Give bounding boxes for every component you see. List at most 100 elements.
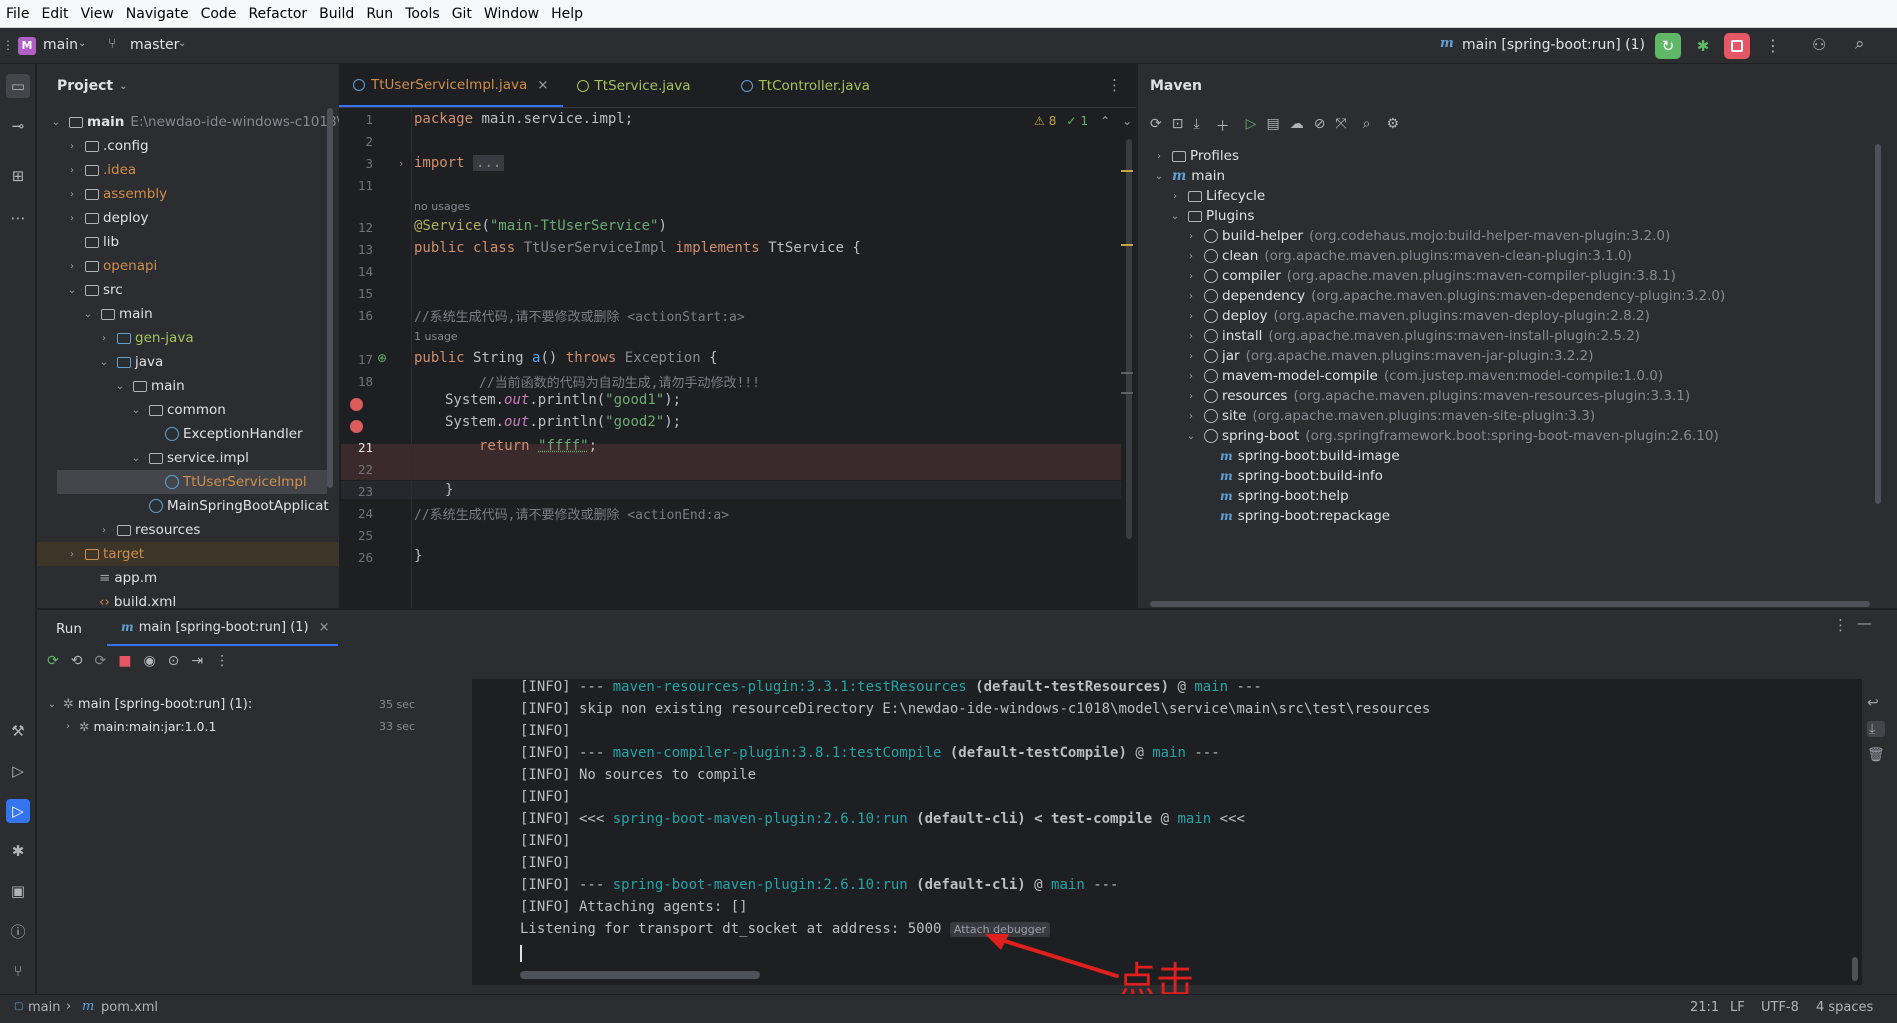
tree-item[interactable]: › openapi bbox=[65, 254, 157, 278]
tree-item[interactable]: › deploy bbox=[65, 206, 148, 230]
breakpoint-icon[interactable] bbox=[350, 420, 363, 433]
tree-item[interactable]: › target bbox=[37, 542, 339, 566]
breadcrumb-file[interactable]: pom.xml bbox=[101, 1000, 158, 1015]
menu-git[interactable]: Git bbox=[446, 6, 478, 22]
tree-item[interactable]: ⌄ common bbox=[129, 398, 226, 422]
tree-item[interactable]: ⌄ service.impl bbox=[129, 446, 249, 470]
git-icon[interactable]: ⑂ bbox=[6, 959, 30, 983]
debug-tool-icon[interactable]: ✱ bbox=[6, 839, 30, 863]
breadcrumb-module[interactable]: main bbox=[28, 1000, 60, 1015]
close-icon[interactable]: × bbox=[319, 620, 330, 635]
terminal-icon[interactable]: ▣ bbox=[6, 879, 30, 903]
add-user-icon[interactable]: ⚇ bbox=[1812, 35, 1826, 54]
usage-hint[interactable]: no usages bbox=[414, 200, 470, 213]
tree-root[interactable]: ⌄ main E:\newdao-ide-windows-c1018\m bbox=[49, 110, 339, 134]
rerun-failed-icon[interactable]: ⟲ bbox=[71, 653, 83, 669]
stop-icon[interactable]: ■ bbox=[118, 653, 131, 669]
tree-item[interactable]: › .idea bbox=[65, 158, 136, 182]
run-config-selector[interactable]: main [spring-boot:run] (1) bbox=[1462, 37, 1645, 53]
implements-gutter-icon[interactable]: ⊕ bbox=[377, 351, 387, 365]
close-icon[interactable]: × bbox=[537, 77, 548, 93]
file-encoding[interactable]: UTF-8 bbox=[1761, 1000, 1799, 1015]
tree-item[interactable]: ⌄ java bbox=[97, 350, 164, 374]
console-output[interactable]: [INFO] --- maven-resources-plugin:3.3.1:… bbox=[472, 679, 1862, 985]
tab-ttcontroller[interactable]: TtController.java bbox=[727, 64, 884, 107]
rerun-icon[interactable]: ⟳ bbox=[47, 653, 59, 669]
code-line[interactable]: System.out.println("good1"); bbox=[445, 392, 681, 408]
add-folder-icon[interactable]: ⊡ bbox=[1172, 116, 1184, 136]
structure-icon[interactable]: ⊞ bbox=[6, 164, 30, 188]
trash-icon[interactable]: 🗑 bbox=[1867, 747, 1885, 763]
services-icon[interactable]: ▷ bbox=[6, 759, 30, 783]
maven-goal[interactable]: m spring-boot:repackage bbox=[1214, 504, 1390, 528]
download-icon[interactable]: ⤓ bbox=[1193, 116, 1199, 136]
indent-setting[interactable]: 4 spaces bbox=[1816, 1000, 1873, 1015]
code-line[interactable]: public String a() throws Exception { bbox=[414, 350, 718, 366]
tree-item[interactable]: ‹› build.xml bbox=[79, 590, 176, 608]
breakpoint-icon[interactable] bbox=[350, 398, 363, 411]
tree-item-selected[interactable]: TtUserServiceImpl bbox=[57, 470, 327, 494]
collapse-icon[interactable]: ⤧ bbox=[1335, 116, 1346, 136]
chevron-down-icon[interactable]: ⌄ bbox=[1122, 114, 1132, 128]
code-line[interactable]: public class TtUserServiceImpl implement… bbox=[414, 240, 861, 256]
tab-ttuserserviceimpl[interactable]: TtUserServiceImpl.java × bbox=[339, 64, 563, 107]
debug-icon[interactable]: ✱ bbox=[1690, 33, 1716, 59]
menu-run[interactable]: Run bbox=[360, 6, 399, 22]
tree-item[interactable]: › .config bbox=[65, 134, 149, 158]
menu-file[interactable]: File bbox=[0, 6, 35, 22]
soft-wrap-icon[interactable]: ↩ bbox=[1867, 695, 1885, 711]
cursor-position[interactable]: 21:1 bbox=[1690, 1000, 1719, 1015]
commit-icon[interactable]: ⊸ bbox=[6, 114, 30, 138]
build-icon[interactable]: ⚒ bbox=[6, 719, 30, 743]
tree-item[interactable]: ExceptionHandler bbox=[145, 422, 303, 446]
rerun-button[interactable]: ↻ bbox=[1655, 33, 1681, 59]
minimize-icon[interactable]: — bbox=[1857, 614, 1872, 632]
usage-hint[interactable]: 1 usage bbox=[414, 330, 458, 343]
menu-refactor[interactable]: Refactor bbox=[242, 6, 313, 22]
code-line[interactable]: package main.service.impl; bbox=[414, 111, 633, 127]
settings-icon[interactable]: ⚙ bbox=[1386, 116, 1399, 136]
tree-item[interactable]: MainSpringBootApplicat bbox=[129, 494, 329, 518]
project-switcher[interactable]: main bbox=[43, 37, 78, 53]
export-icon[interactable]: ⇥ bbox=[191, 653, 203, 669]
run-title[interactable]: Run bbox=[56, 621, 82, 637]
more-icon[interactable]: ⋮ bbox=[1833, 616, 1848, 634]
tree-item[interactable]: › gen-java bbox=[97, 326, 194, 350]
analyze-icon[interactable]: ⌕ bbox=[1363, 116, 1371, 136]
plus-icon[interactable]: ＋ bbox=[1216, 116, 1230, 136]
search-icon[interactable]: ⌕ bbox=[1855, 34, 1865, 54]
hamburger-icon[interactable]: ⋮ bbox=[2, 38, 14, 52]
scrollbar[interactable] bbox=[520, 971, 760, 979]
run-icon[interactable]: ▷ bbox=[1246, 116, 1257, 136]
warning-marker[interactable] bbox=[1121, 170, 1133, 172]
more-icon[interactable]: ⋮ bbox=[1107, 76, 1122, 94]
more-icon[interactable]: ⋮ bbox=[1765, 36, 1781, 55]
run-tree-row[interactable]: ⌄ ✲ main [spring-boot:run] (1): 35 sec bbox=[45, 692, 445, 716]
tab-ttservice[interactable]: TtService.java bbox=[563, 64, 705, 107]
project-badge[interactable]: M bbox=[18, 37, 36, 55]
reload-icon[interactable]: ⟳ bbox=[1150, 116, 1162, 136]
code-line[interactable]: } bbox=[414, 548, 422, 564]
run-tab[interactable]: m main [spring-boot:run] (1) × bbox=[107, 610, 338, 646]
warning-marker[interactable] bbox=[1121, 244, 1133, 246]
inspection-widget[interactable]: ⚠ 8 ✓ 1 ⌃ ⌄ bbox=[1034, 114, 1132, 128]
menu-help[interactable]: Help bbox=[545, 6, 589, 22]
tree-item[interactable]: › resources bbox=[97, 518, 200, 542]
menu-tools[interactable]: Tools bbox=[399, 6, 446, 22]
run-tool-icon[interactable]: ▷ bbox=[6, 799, 30, 823]
problems-icon[interactable]: ⓘ bbox=[6, 919, 30, 943]
more-tools-icon[interactable]: ⋯ bbox=[6, 206, 30, 230]
scroll-to-end-icon[interactable]: ⤓ bbox=[1867, 721, 1885, 737]
offline-icon[interactable]: ☁ bbox=[1290, 116, 1304, 136]
tree-item[interactable]: ⌄ main bbox=[113, 374, 185, 398]
stop-button[interactable] bbox=[1724, 33, 1750, 59]
menu-edit[interactable]: Edit bbox=[35, 6, 74, 22]
scrollbar[interactable] bbox=[1126, 139, 1132, 539]
menu-navigate[interactable]: Navigate bbox=[120, 6, 195, 22]
camera-icon[interactable]: ⊙ bbox=[168, 653, 180, 669]
line-separator[interactable]: LF bbox=[1730, 1000, 1745, 1015]
tree-item[interactable]: lib bbox=[65, 230, 119, 254]
scrollbar[interactable] bbox=[327, 108, 333, 488]
code-line[interactable]: @Service("main-TtUserService") bbox=[414, 218, 667, 234]
menu-build[interactable]: Build bbox=[313, 6, 360, 22]
